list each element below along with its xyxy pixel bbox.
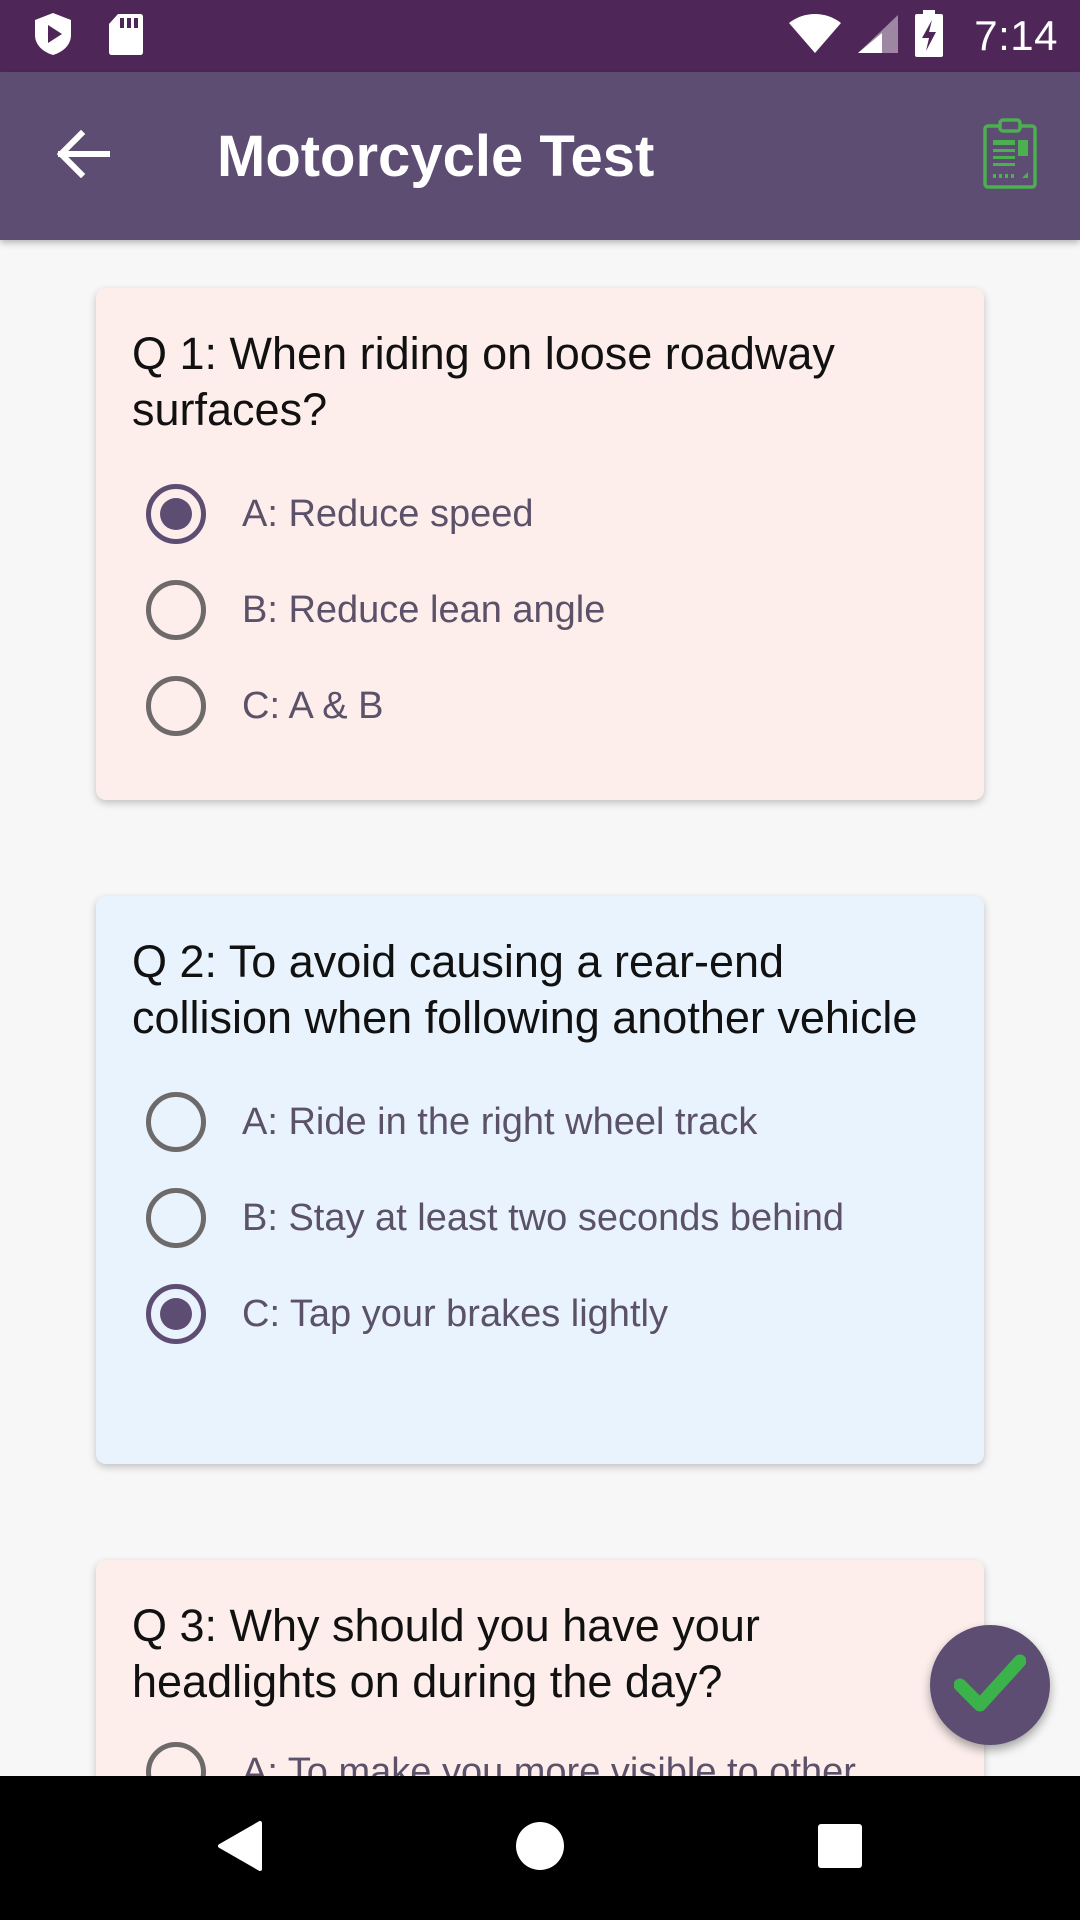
- nav-back-button[interactable]: [204, 1812, 276, 1884]
- checkmark-icon: [953, 1653, 1027, 1718]
- option-c[interactable]: C: Tap your brakes lightly: [132, 1266, 948, 1362]
- question-list[interactable]: Q 1: When riding on loose roadway surfac…: [0, 240, 1080, 1776]
- option-label: B: Stay at least two seconds behind: [242, 1196, 845, 1239]
- back-button[interactable]: [44, 116, 124, 196]
- recents-square-icon: [817, 1823, 863, 1874]
- question-text: Q 1: When riding on loose roadway surfac…: [132, 328, 835, 435]
- submit-answers-button[interactable]: [930, 1625, 1050, 1745]
- question-card-1: Q 1: When riding on loose roadway surfac…: [96, 288, 984, 800]
- radio-button[interactable]: [146, 1188, 206, 1248]
- radio-button[interactable]: [146, 580, 206, 640]
- status-bar: 7:14: [0, 0, 1080, 72]
- option-label: C: Tap your brakes lightly: [242, 1292, 668, 1335]
- radio-button[interactable]: [146, 1092, 206, 1152]
- clipboard-report-icon: [982, 117, 1038, 195]
- nav-home-button[interactable]: [504, 1812, 576, 1884]
- screen: 7:14 Motorcycle Test Q 1: When riding on…: [0, 0, 1080, 1920]
- option-label: C: A & B: [242, 684, 384, 727]
- play-shield-icon: [32, 11, 74, 62]
- option-label: A: Ride in the right wheel track: [242, 1100, 758, 1143]
- option-a[interactable]: A: To make you more visible to other: [132, 1724, 948, 1776]
- question-text: Q 2: To avoid causing a rear-end collisi…: [132, 936, 918, 1043]
- question-card-2: Q 2: To avoid causing a rear-end collisi…: [96, 896, 984, 1464]
- status-right: 7:14: [788, 9, 1058, 63]
- sd-card-icon: [108, 12, 144, 61]
- option-a[interactable]: A: Reduce speed: [132, 466, 948, 562]
- back-triangle-icon: [216, 1819, 264, 1878]
- option-b[interactable]: B: Stay at least two seconds behind: [132, 1170, 948, 1266]
- arrow-back-icon: [56, 129, 111, 183]
- radio-button[interactable]: [146, 676, 206, 736]
- option-label: A: To make you more visible to other: [242, 1750, 856, 1777]
- status-left: [32, 12, 144, 60]
- home-circle-icon: [515, 1821, 565, 1876]
- option-label: B: Reduce lean angle: [242, 588, 606, 631]
- option-b[interactable]: B: Reduce lean angle: [132, 562, 948, 658]
- answer-options: A: Reduce speed B: Reduce lean angle C: …: [132, 466, 948, 754]
- status-time: 7:14: [974, 12, 1058, 59]
- app-bar: Motorcycle Test: [0, 72, 1080, 240]
- option-a[interactable]: A: Ride in the right wheel track: [132, 1074, 948, 1170]
- battery-charging-icon: [914, 9, 944, 63]
- signal-icon: [856, 13, 900, 60]
- answer-options: A: To make you more visible to other: [132, 1724, 948, 1776]
- page-title: Motorcycle Test: [217, 124, 655, 189]
- option-label: A: Reduce speed: [242, 492, 534, 535]
- wifi-icon: [788, 13, 842, 60]
- answer-options: A: Ride in the right wheel track B: Stay…: [132, 1074, 948, 1362]
- radio-button[interactable]: [146, 1742, 206, 1776]
- nav-recents-button[interactable]: [804, 1812, 876, 1884]
- radio-button-checked[interactable]: [146, 484, 206, 544]
- report-button[interactable]: [970, 116, 1050, 196]
- question-card-3: Q 3: Why should you have your headlights…: [96, 1560, 984, 1776]
- navigation-bar: [0, 1776, 1080, 1920]
- radio-button-checked[interactable]: [146, 1284, 206, 1344]
- option-c[interactable]: C: A & B: [132, 658, 948, 754]
- question-text: Q 3: Why should you have your headlights…: [132, 1600, 760, 1707]
